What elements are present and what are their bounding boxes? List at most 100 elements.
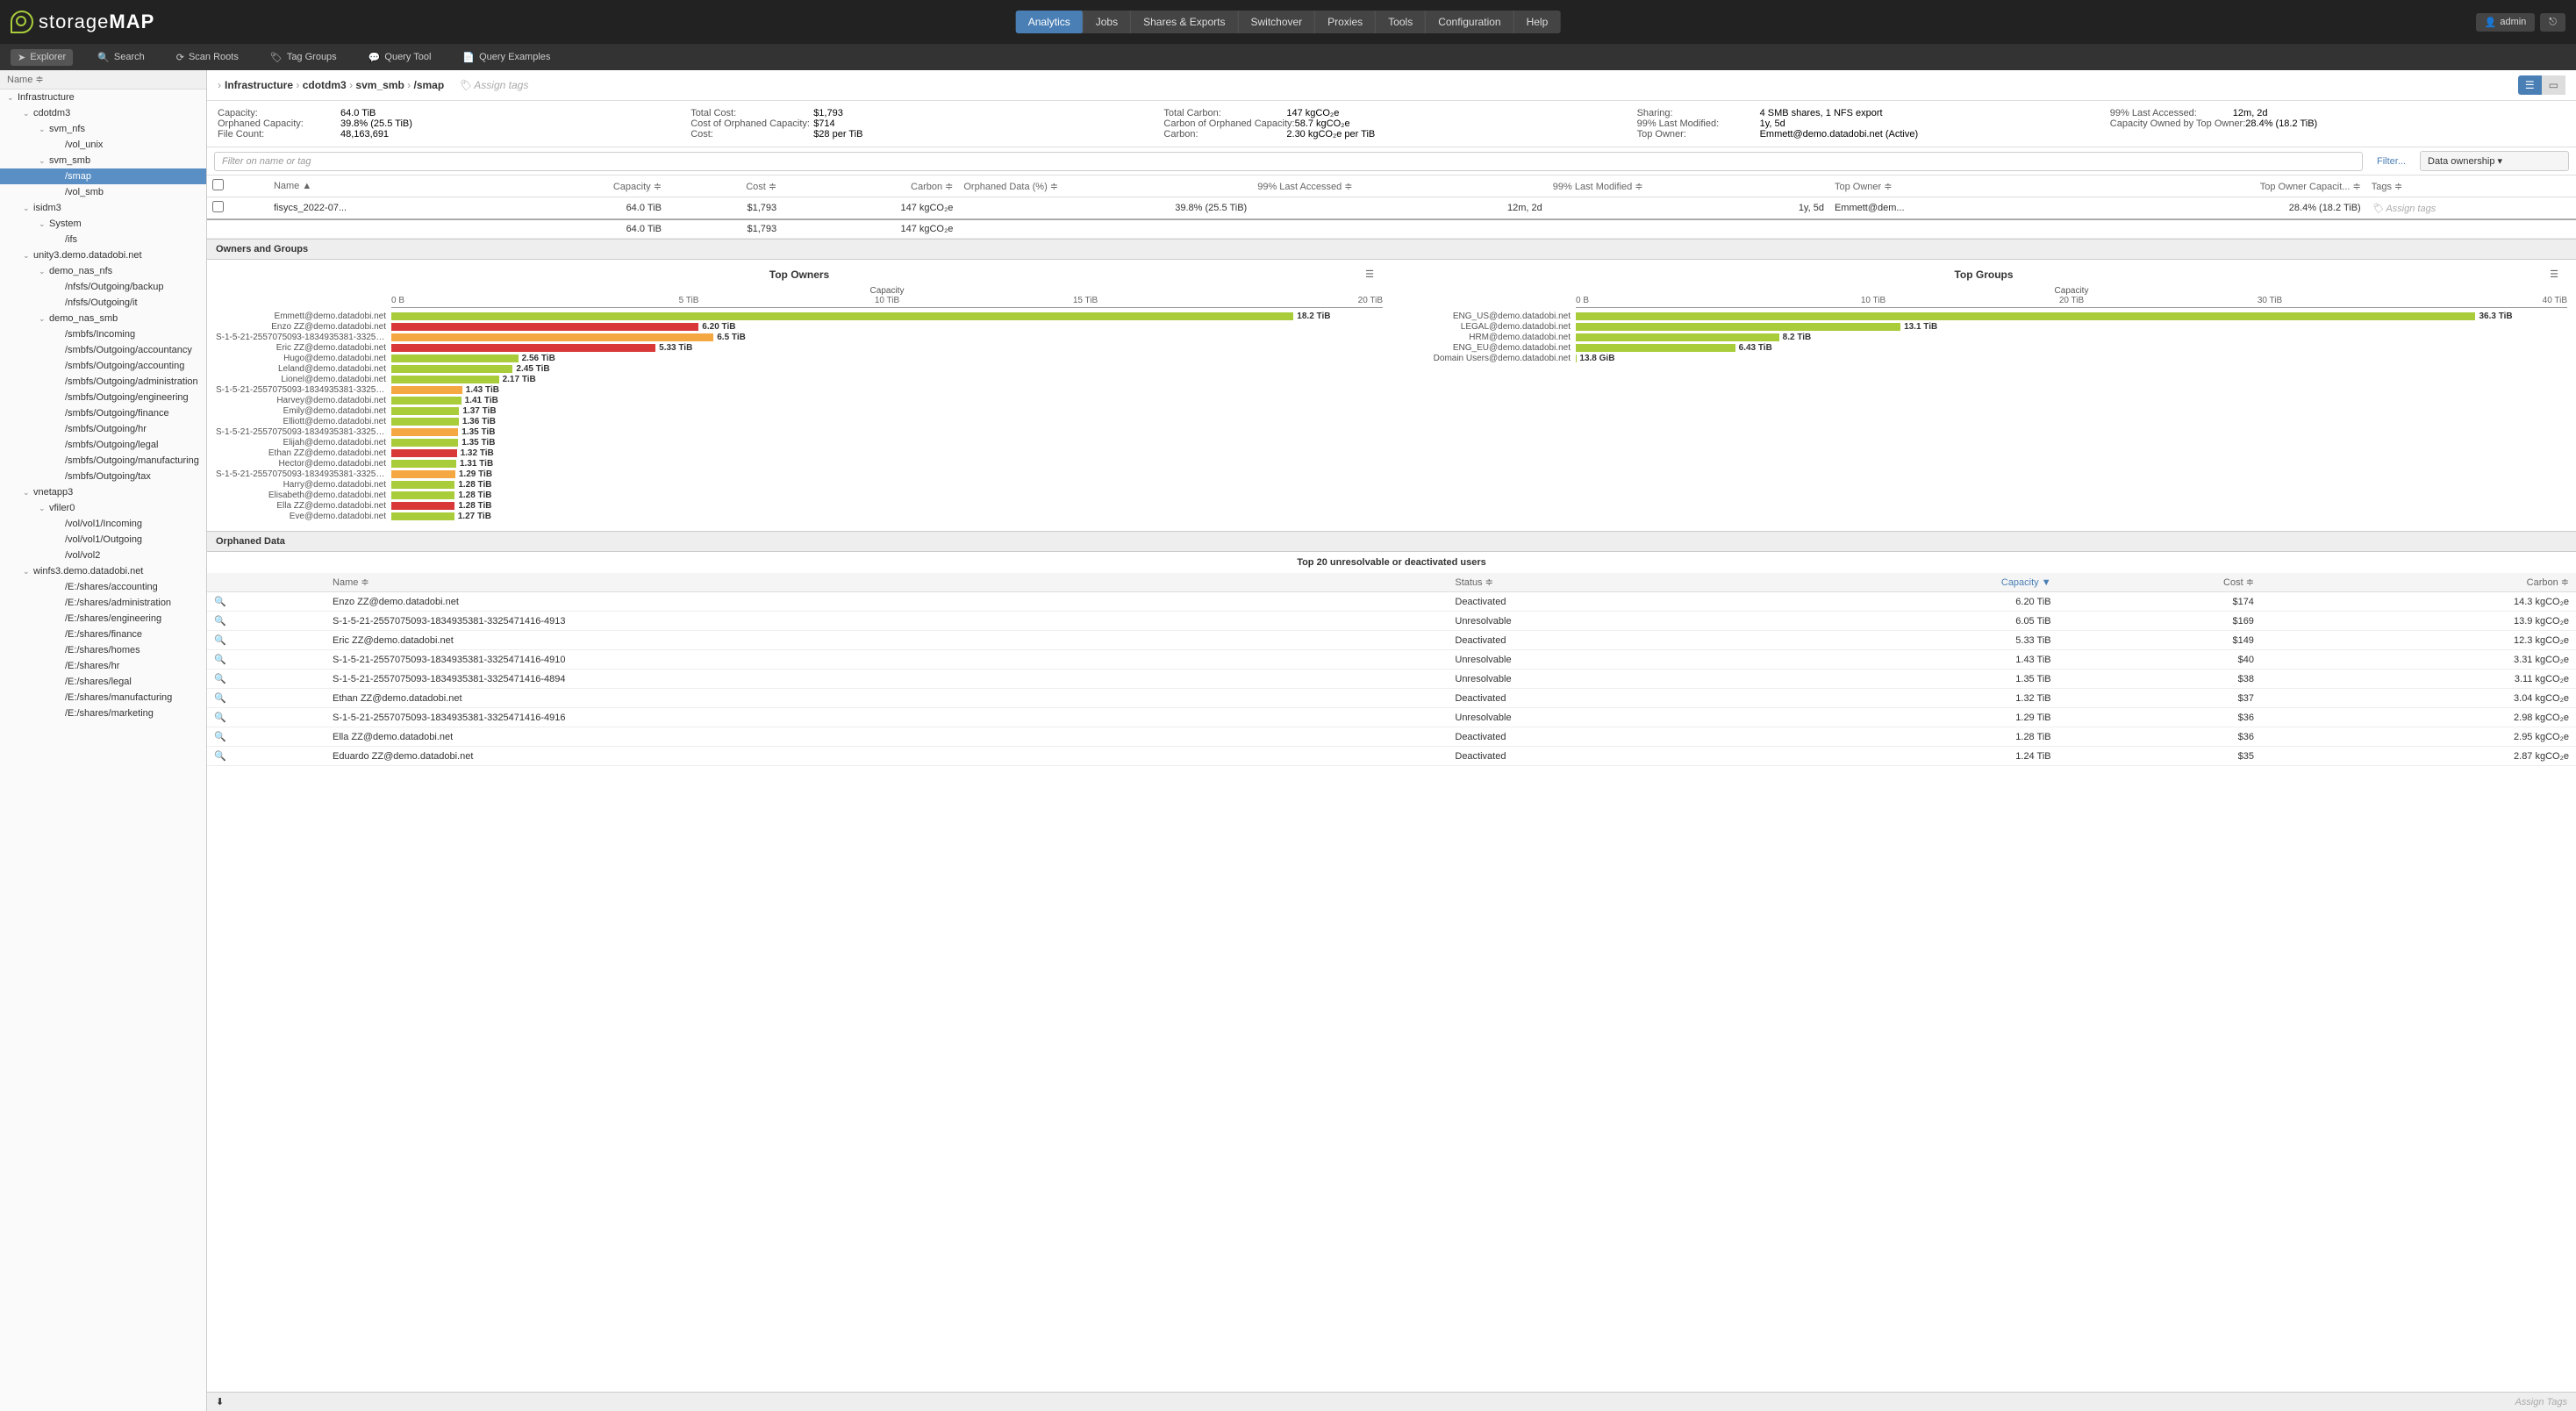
- col-header[interactable]: Name ≑: [326, 573, 1448, 592]
- nav-switchover[interactable]: Switchover: [1238, 11, 1315, 33]
- filter-link[interactable]: Filter...: [2370, 156, 2413, 167]
- breadcrumb-part[interactable]: Infrastructure: [225, 79, 293, 91]
- tree-item[interactable]: /smbfs/Outgoing/accountancy: [0, 342, 206, 358]
- tree-toggle-icon[interactable]: ⌄: [23, 567, 33, 577]
- nav-proxies[interactable]: Proxies: [1315, 11, 1376, 33]
- tree-item[interactable]: /vol_smb: [0, 184, 206, 200]
- tree-toggle-icon[interactable]: ⌄: [39, 125, 49, 134]
- col-header[interactable]: Carbon ≑: [2261, 573, 2576, 592]
- tree-toggle-icon[interactable]: ⌄: [39, 267, 49, 276]
- bar-row[interactable]: Ella ZZ@demo.datadobi.net1.28 TiB: [216, 501, 1383, 511]
- bar-row[interactable]: Elisabeth@demo.datadobi.net1.28 TiB: [216, 491, 1383, 500]
- subnav-scan-roots[interactable]: ⟳Scan Roots: [169, 49, 246, 66]
- tree-toggle-icon[interactable]: ⌄: [7, 93, 18, 103]
- tree-item[interactable]: ⌄winfs3.demo.datadobi.net: [0, 563, 206, 579]
- tree-item[interactable]: /ifs: [0, 232, 206, 247]
- bar-row[interactable]: Lionel@demo.datadobi.net2.17 TiB: [216, 375, 1383, 384]
- nav-tools[interactable]: Tools: [1376, 11, 1426, 33]
- tree-item[interactable]: ⌄cdotdm3: [0, 105, 206, 121]
- col-header[interactable]: Status ≑: [1448, 573, 1768, 592]
- logout-button[interactable]: ⎋: [2540, 13, 2565, 32]
- bar-row[interactable]: Harry@demo.datadobi.net1.28 TiB: [216, 480, 1383, 490]
- magnify-icon[interactable]: 🔍: [214, 655, 226, 665]
- view-grid-icon[interactable]: ▭: [2542, 75, 2565, 95]
- tree-item[interactable]: /smbfs/Incoming: [0, 326, 206, 342]
- view-list-icon[interactable]: ☰: [2518, 75, 2542, 95]
- subnav-query-examples[interactable]: 📄Query Examples: [455, 49, 557, 66]
- bar-row[interactable]: HRM@demo.datadobi.net8.2 TiB: [1400, 333, 2567, 342]
- bar-row[interactable]: Hugo@demo.datadobi.net2.56 TiB: [216, 354, 1383, 363]
- filter-select[interactable]: Data ownership ▾: [2420, 151, 2569, 171]
- bar-row[interactable]: Harvey@demo.datadobi.net1.41 TiB: [216, 396, 1383, 405]
- bar-row[interactable]: ENG_EU@demo.datadobi.net6.43 TiB: [1400, 343, 2567, 353]
- bar-row[interactable]: Leland@demo.datadobi.net2.45 TiB: [216, 364, 1383, 374]
- tree-item[interactable]: /smbfs/Outgoing/hr: [0, 421, 206, 437]
- bar-row[interactable]: S-1-5-21-2557075093-1834935381-332547141…: [216, 333, 1383, 342]
- nav-jobs[interactable]: Jobs: [1084, 11, 1131, 33]
- bar-row[interactable]: ENG_US@demo.datadobi.net36.3 TiB: [1400, 312, 2567, 321]
- bar-row[interactable]: S-1-5-21-2557075093-1834935381-332547141…: [216, 427, 1383, 437]
- tree-item[interactable]: /smbfs/Outgoing/engineering: [0, 390, 206, 405]
- magnify-icon[interactable]: 🔍: [214, 732, 226, 742]
- col-header[interactable]: [207, 175, 268, 197]
- tree-item[interactable]: /vol/vol1/Outgoing: [0, 532, 206, 548]
- tree-item[interactable]: /smbfs/Outgoing/administration: [0, 374, 206, 390]
- bar-row[interactable]: Elliott@demo.datadobi.net1.36 TiB: [216, 417, 1383, 426]
- tree-toggle-icon[interactable]: ⌄: [23, 488, 33, 498]
- col-header[interactable]: Capacity ▼: [1768, 573, 2058, 592]
- tree-item[interactable]: ⌄unity3.demo.datadobi.net: [0, 247, 206, 263]
- bar-row[interactable]: Emmett@demo.datadobi.net18.2 TiB: [216, 312, 1383, 321]
- bar-row[interactable]: Domain Users@demo.datadobi.net13.8 GiB: [1400, 354, 2567, 363]
- tree-item[interactable]: /E:/shares/accounting: [0, 579, 206, 595]
- tree-item[interactable]: /smap: [0, 168, 206, 184]
- chart-menu-icon[interactable]: ☰: [1365, 269, 1374, 280]
- magnify-icon[interactable]: 🔍: [214, 616, 226, 627]
- tree-toggle-icon[interactable]: ⌄: [23, 204, 33, 213]
- col-header[interactable]: Name ▲: [268, 175, 502, 197]
- bar-row[interactable]: Eve@demo.datadobi.net1.27 TiB: [216, 512, 1383, 521]
- bar-row[interactable]: Emily@demo.datadobi.net1.37 TiB: [216, 406, 1383, 416]
- col-header[interactable]: Capacity ≑: [502, 175, 667, 197]
- tree-toggle-icon[interactable]: ⌄: [39, 156, 49, 166]
- tree-item[interactable]: /smbfs/Outgoing/finance: [0, 405, 206, 421]
- assign-tags-cell[interactable]: 🏷 Assign tags: [2366, 197, 2576, 220]
- subnav-explorer[interactable]: ➤Explorer: [11, 49, 73, 66]
- col-header[interactable]: Top Owner ≑: [1829, 175, 2054, 197]
- subnav-query-tool[interactable]: 💬Query Tool: [361, 49, 439, 66]
- table-row[interactable]: fisycs_2022-07...64.0 TiB$1,793147 kgCO₂…: [207, 197, 2576, 220]
- tree-item[interactable]: ⌄Infrastructure: [0, 90, 206, 105]
- row-checkbox[interactable]: [212, 201, 224, 212]
- tree-toggle-icon[interactable]: ⌄: [23, 109, 33, 118]
- nav-configuration[interactable]: Configuration: [1426, 11, 1513, 33]
- col-header[interactable]: [207, 573, 326, 592]
- download-icon[interactable]: ⬇: [216, 1396, 224, 1407]
- bar-row[interactable]: Eric ZZ@demo.datadobi.net5.33 TiB: [216, 343, 1383, 353]
- subnav-search[interactable]: 🔍Search: [90, 49, 152, 66]
- magnify-icon[interactable]: 🔍: [214, 674, 226, 684]
- bar-row[interactable]: Enzo ZZ@demo.datadobi.net6.20 TiB: [216, 322, 1383, 332]
- tree-item[interactable]: /E:/shares/finance: [0, 627, 206, 642]
- nav-analytics[interactable]: Analytics: [1016, 11, 1084, 33]
- bar-row[interactable]: LEGAL@demo.datadobi.net13.1 TiB: [1400, 322, 2567, 332]
- breadcrumb-part[interactable]: /smap: [413, 79, 444, 91]
- tree-toggle-icon[interactable]: ⌄: [39, 314, 49, 324]
- tree-item[interactable]: /vol/vol1/Incoming: [0, 516, 206, 532]
- col-header[interactable]: Top Owner Capacit... ≑: [2054, 175, 2365, 197]
- tree-item[interactable]: /nfsfs/Outgoing/it: [0, 295, 206, 311]
- tree-item[interactable]: /smbfs/Outgoing/manufacturing: [0, 453, 206, 469]
- tree-item[interactable]: /vol_unix: [0, 137, 206, 153]
- tree-item[interactable]: /E:/shares/marketing: [0, 706, 206, 721]
- tree-toggle-icon[interactable]: ⌄: [39, 504, 49, 513]
- subnav-tag-groups[interactable]: 🏷Tag Groups: [263, 49, 344, 66]
- tree-item[interactable]: ⌄svm_nfs: [0, 121, 206, 137]
- tree-item[interactable]: ⌄isidm3: [0, 200, 206, 216]
- magnify-icon[interactable]: 🔍: [214, 751, 226, 762]
- nav-help[interactable]: Help: [1514, 11, 1561, 33]
- chart-menu-icon[interactable]: ☰: [2550, 269, 2558, 280]
- sidebar-header[interactable]: Name ≑: [0, 70, 206, 90]
- tree-item[interactable]: /E:/shares/administration: [0, 595, 206, 611]
- magnify-icon[interactable]: 🔍: [214, 693, 226, 704]
- tree-item[interactable]: /E:/shares/engineering: [0, 611, 206, 627]
- magnify-icon[interactable]: 🔍: [214, 713, 226, 723]
- breadcrumb-part[interactable]: svm_smb: [355, 79, 404, 91]
